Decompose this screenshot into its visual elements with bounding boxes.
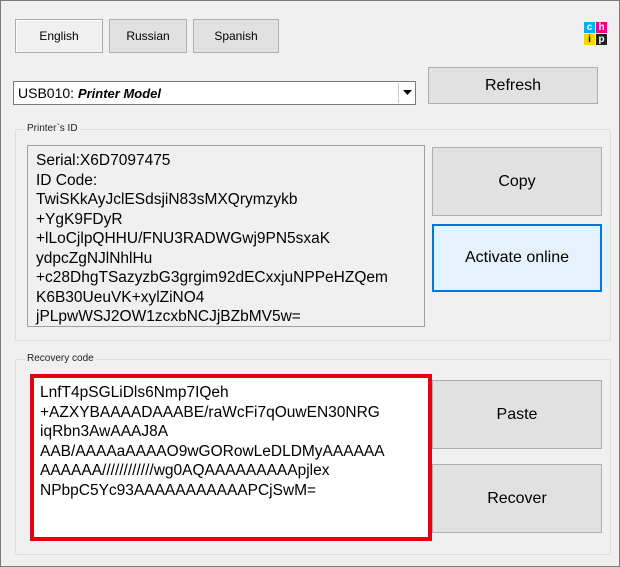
app-window: English Russian Spanish c h i p USB010: … [0,0,620,567]
printer-id-line: K6B30UeuVK+xylZiNO4 [36,288,205,306]
tab-spanish[interactable]: Spanish [193,19,279,53]
recovery-code-group-label: Recovery code [25,353,96,364]
paste-button[interactable]: Paste [432,380,602,449]
printer-id-line: ydpcZgNJlNhlHu [36,249,153,267]
copy-button[interactable]: Copy [432,147,602,216]
device-port: USB010: [18,85,75,101]
refresh-button[interactable]: Refresh [428,67,598,104]
printer-id-line: Serial:X6D7097475 [36,152,171,169]
recovery-code-line: iqRbn3AwAAAJ8A [40,423,169,440]
tab-english[interactable]: English [15,19,103,53]
device-model: Printer Model [77,86,162,101]
chip-logo-icon: c h i p [584,22,608,46]
logo-letter: c [584,22,595,33]
printer-id-line: +lLoCjlpQHHU/FNU3RADWGwj9PN5sxaK [36,230,331,247]
recovery-code-line: NPbpC5Yc93AAAAAAAAAAAPCjSwM= [40,481,317,499]
activate-online-button[interactable]: Activate online [432,224,602,292]
recovery-code-textbox[interactable]: LnfT4pSGLiDls6Nmp7IQeh +AZXYBAAAADAAABE/r… [30,374,432,541]
printer-id-group-label: Printer`s ID [25,123,80,134]
tab-russian[interactable]: Russian [109,19,187,53]
dropdown-arrow-icon[interactable] [398,83,415,103]
device-select[interactable]: USB010: Printer Model [13,81,416,105]
printer-id-line: +YgK9FDyR [36,210,123,228]
printer-id-line: +c28DhgTSazyzbG3grgim92dECxxjuNPPeHZQem [36,269,388,286]
printer-id-line: ID Code: [36,171,98,189]
recovery-code-line: AAB/AAAAaAAAAO9wGORowLeDLDMyAAAAAA [40,442,385,460]
logo-letter: h [596,22,607,33]
logo-letter: p [596,34,607,45]
logo-letter: i [584,34,595,45]
printer-id-line: TwiSKkAyJclESdsjiN83sMXQrymzykb [36,191,298,208]
recovery-code-line: LnfT4pSGLiDls6Nmp7IQeh [40,384,229,401]
recovery-code-line: +AZXYBAAAADAAABE/raWcFi7qOuwEN30NRG [40,403,380,421]
recover-button[interactable]: Recover [432,464,602,533]
recovery-code-line: AAAAAA////////////wg0AQAAAAAAAAApjlex [40,462,330,479]
printer-id-textbox[interactable]: Serial:X6D7097475 ID Code: TwiSKkAyJclESds… [27,145,425,327]
printer-id-line: jPLpwWSJ2OW1zcxbNCJjBZbMV5w= [36,308,301,325]
